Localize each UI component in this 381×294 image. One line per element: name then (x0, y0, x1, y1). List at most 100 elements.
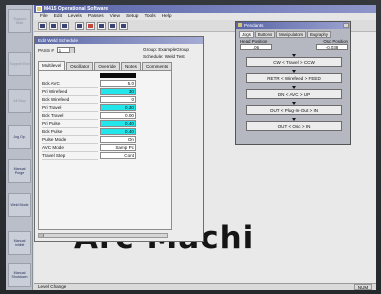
param-value[interactable]: Samp Pc (100, 144, 136, 151)
scroll-left-arrow[interactable] (39, 234, 44, 237)
param-value[interactable]: Cont (100, 152, 136, 159)
app-title: M415 Operational Software (44, 6, 109, 12)
pendants-title: Pendants (244, 23, 264, 28)
param-value[interactable]: 0.00 (100, 112, 136, 119)
pass-label: PASS # (38, 47, 54, 53)
param-row: Pri Travel 0.30 (42, 104, 148, 112)
chevron-down-icon[interactable] (68, 48, 74, 53)
stop-icon[interactable] (86, 22, 95, 30)
pendants-window: Pendants Jogs Buttons Manipulators Bugra… (235, 21, 351, 145)
weld-icon[interactable] (97, 22, 106, 30)
value-column-header (100, 73, 136, 78)
tab-notes[interactable]: Notes (120, 62, 141, 70)
param-label: Bck Travel (42, 112, 98, 120)
param-row: Bck Pulse 0.40 (42, 128, 148, 136)
sidebar-item-label: Manual Shutdown (11, 270, 28, 279)
sidebar-item-label: Jog Op. (13, 134, 26, 139)
param-value[interactable]: 30 (100, 88, 136, 95)
status-text: Level Change (38, 284, 67, 289)
param-label: Pri Pulse (42, 120, 98, 128)
pendants-titlebar: Pendants (236, 22, 350, 29)
menu-help[interactable]: Help (162, 13, 172, 20)
menu-view[interactable]: View (110, 13, 120, 20)
sidebar: Support Start Support End All Stop Jog O… (6, 5, 33, 290)
pass-row: PASS # 1 (38, 47, 75, 53)
status-bar: Level Change NUM (34, 283, 376, 290)
monitor-bezel: Support Start Support End All Stop Jog O… (0, 0, 381, 294)
sidebar-item-jog[interactable]: Jog Op. (8, 125, 31, 149)
param-row: AVC Mode Samp Pc (42, 144, 148, 152)
osc-jog-button[interactable]: OUT < Osc > IN (246, 121, 342, 131)
menu-bar: File Edit Levels Passes View Setup Tools… (34, 13, 376, 20)
pass-select-value: 1 (58, 48, 62, 53)
sidebar-item-all-stop[interactable]: All Stop (8, 89, 31, 113)
schedule-name: Schedule: Weld Test (143, 54, 185, 59)
wirefeed-jog-button[interactable]: RETR < Wirefeed > FEED (246, 73, 342, 83)
tab-oscillator[interactable]: Oscillator (66, 62, 94, 70)
sidebar-item-support-start[interactable]: Support Start (8, 9, 31, 33)
menu-setup[interactable]: Setup (126, 13, 139, 20)
screen: Support Start Support End All Stop Jog O… (6, 5, 376, 290)
sidebar-item-weld-mode[interactable]: Weld Mode (8, 193, 31, 217)
param-row: Pri Pulse 0.40 (42, 120, 148, 128)
horizontal-scrollbar[interactable] (38, 233, 168, 238)
tab-multilevel[interactable]: Multilevel (38, 61, 66, 70)
param-value[interactable]: 5.0 (100, 80, 136, 87)
travel-jog-button[interactable]: CW < Travel > CCW (246, 57, 342, 67)
pendant-app-icon (238, 23, 242, 27)
param-row: Bck AVC 5.0 (42, 80, 148, 88)
menu-levels[interactable]: Levels (68, 13, 82, 20)
avc-jog-button[interactable]: DN < AVC > UP (246, 89, 342, 99)
param-label: Bck AVC (42, 80, 98, 88)
sidebar-item-manual-inhibit[interactable]: Manual Inhibit (8, 231, 31, 255)
sidebar-item-label: Manual Purge (13, 166, 26, 175)
param-label: Pri Travel (42, 104, 98, 112)
tab-bugraphy[interactable]: Bugraphy (307, 31, 331, 38)
print-icon[interactable] (60, 22, 69, 30)
sidebar-item-label: Support Start (13, 16, 26, 25)
pass-select[interactable]: 1 (56, 47, 75, 53)
plug-in-out-jog-button[interactable]: OUT < Plug-In-Out > IN (246, 105, 342, 115)
tab-jogs[interactable]: Jogs (239, 31, 254, 38)
sidebar-item-label: Manual Inhibit (13, 238, 26, 247)
param-value[interactable]: 0.40 (100, 120, 136, 127)
sidebar-item-manual-purge[interactable]: Manual Purge (8, 159, 31, 183)
multilevel-panel: Bck AVC 5.0 Pri Wirefeed 30 Bck Wirefeed 0 … (38, 70, 172, 230)
copy-icon[interactable] (108, 22, 117, 30)
group-name: Group: ExampleGroup (143, 47, 189, 52)
param-value[interactable]: 0.30 (100, 104, 136, 111)
weld-tabs: Multilevel Oscillator Override Notes Com… (38, 61, 173, 70)
sidebar-item-label: Support End (9, 61, 30, 66)
param-label: Pulse Mode (42, 136, 98, 144)
tab-comments[interactable]: Comments (141, 62, 173, 70)
sidebar-item-label: All Stop (13, 98, 26, 103)
close-icon[interactable] (343, 23, 349, 28)
sidebar-item-support-end[interactable]: Support End (8, 52, 31, 76)
open-icon[interactable] (38, 22, 47, 30)
sidebar-item-label: Weld Mode (10, 202, 29, 207)
param-value[interactable]: 0 (100, 96, 136, 103)
param-row: Pri Wirefeed 30 (42, 88, 148, 96)
tab-manipulators[interactable]: Manipulators (276, 31, 307, 38)
help-icon[interactable] (119, 22, 128, 30)
group-info: Group: ExampleGroup Schedule: Weld Test (143, 46, 189, 60)
tab-buttons[interactable]: Buttons (254, 31, 276, 38)
menu-passes[interactable]: Passes (88, 13, 104, 20)
param-value[interactable]: 0.40 (100, 128, 136, 135)
sidebar-item-manual-shutdown[interactable]: Manual Shutdown (8, 263, 31, 287)
menu-tools[interactable]: Tools (144, 13, 155, 20)
param-label: Bck Pulse (42, 128, 98, 136)
osc-position-value: -0.038 (316, 44, 348, 50)
tab-override[interactable]: Override (94, 62, 120, 70)
app-icon (36, 6, 42, 12)
param-value[interactable]: On (100, 136, 136, 143)
param-label: Travel Step (42, 152, 98, 160)
save-icon[interactable] (49, 22, 58, 30)
document-icon[interactable] (75, 22, 84, 30)
param-label: Pri Wirefeed (42, 88, 98, 96)
param-row: Bck Travel 0.00 (42, 112, 148, 120)
menu-file[interactable]: File (40, 13, 48, 20)
app-titlebar: M415 Operational Software (34, 5, 376, 13)
menu-edit[interactable]: Edit (54, 13, 62, 20)
param-label: Bck Wirefeed (42, 96, 98, 104)
